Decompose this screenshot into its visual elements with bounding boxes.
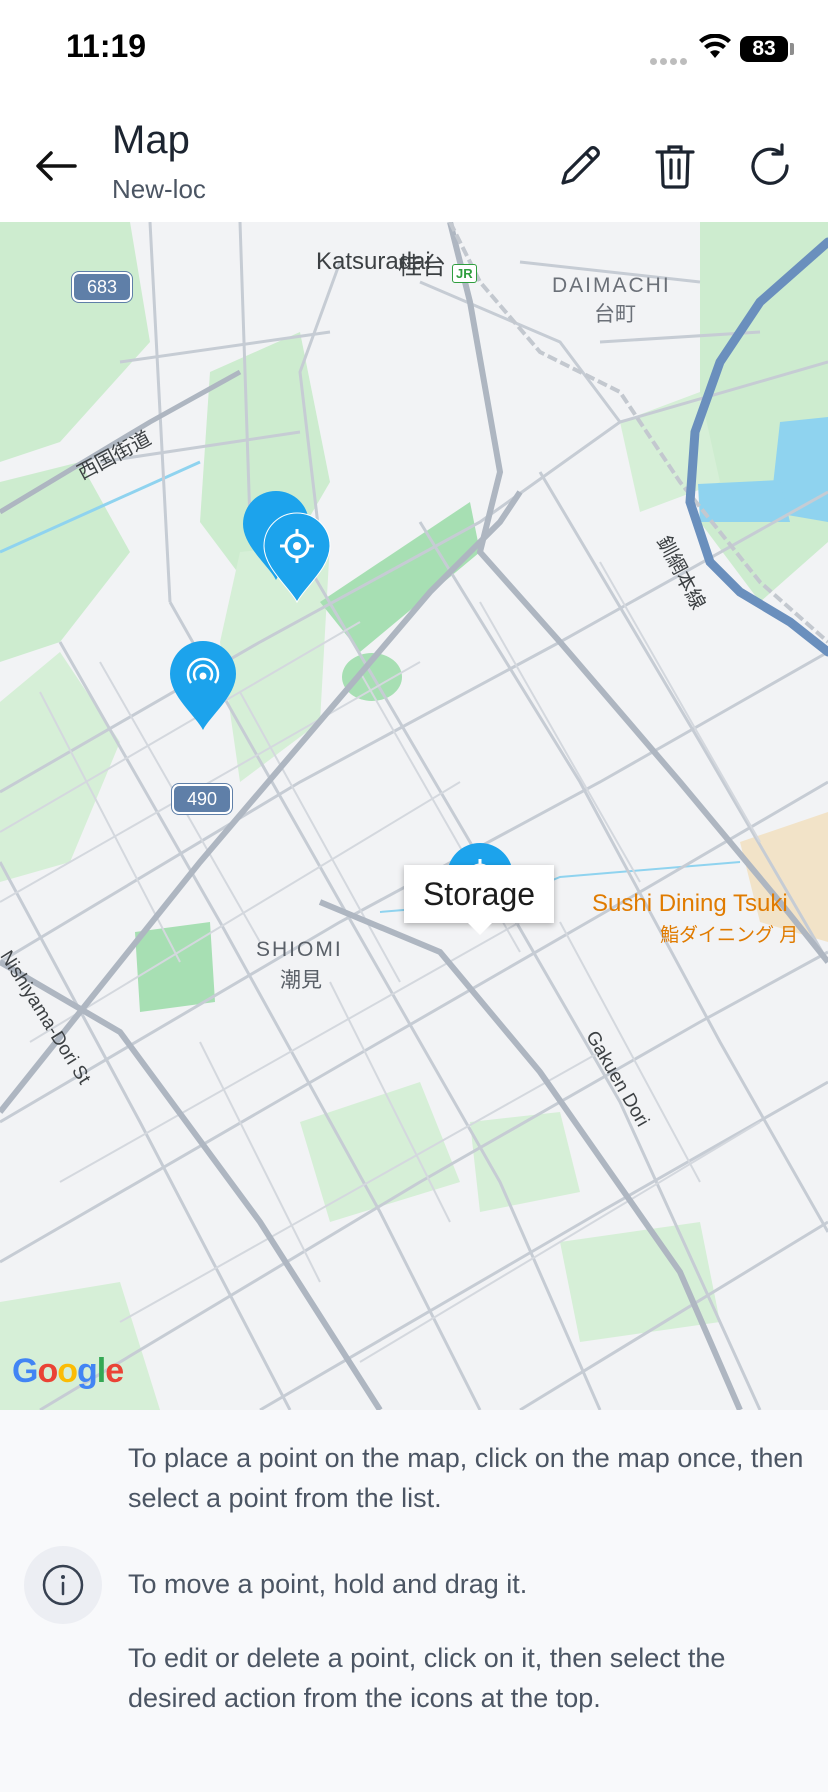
map-marker-target[interactable] [262, 512, 332, 604]
route-shield-490: 490 [172, 784, 232, 814]
instruction-place-point: To place a point on the map, click on th… [128, 1443, 804, 1513]
map-label-daimachi: DAIMACHI [552, 274, 671, 297]
instruction-move-point: To move a point, hold and drag it. [128, 1569, 528, 1599]
marker-tooltip[interactable]: Storage [404, 865, 554, 923]
delete-button[interactable] [645, 136, 705, 196]
jr-station-icon: JR [452, 264, 477, 283]
map-label-sushi[interactable]: Sushi Dining Tsuki [592, 890, 788, 918]
map-label-shiomi: SHIOMI [256, 938, 343, 961]
info-icon-badge [24, 1546, 102, 1624]
pencil-icon [561, 146, 600, 185]
arrow-left-icon [36, 151, 77, 181]
battery-tip [790, 43, 794, 55]
page-subtitle: New-loc [112, 174, 206, 204]
map-label-shiomi-jp: 潮見 [280, 969, 322, 992]
trash-icon [655, 145, 695, 189]
refresh-icon [751, 143, 789, 185]
status-time: 11:19 [66, 28, 147, 64]
map-marker-signal[interactable] [168, 640, 238, 732]
marker-tooltip-tail [468, 923, 492, 935]
battery-icon: 83 [740, 36, 788, 62]
wifi-icon [698, 33, 732, 65]
page-title: Map [112, 118, 190, 162]
refresh-button[interactable] [740, 136, 800, 196]
map-view[interactable]: Katsuradai 桂台 JR DAIMACHI 台町 西国街道 釧網本線 S… [0, 222, 828, 1410]
route-shield-683: 683 [72, 272, 132, 302]
status-bar: 11:19 83 [0, 0, 828, 100]
back-button[interactable] [28, 138, 84, 194]
instruction-edit-point: To edit or delete a point, click on it, … [128, 1643, 726, 1713]
map-label-sushi-jp: 鮨ダイニング 月 [660, 925, 799, 946]
info-icon [42, 1564, 84, 1606]
map-label-katsuradai-jp: 桂台 [398, 253, 446, 280]
app-header: Map New-loc [0, 100, 828, 222]
instructions-panel: To place a point on the map, click on th… [0, 1410, 828, 1792]
edit-button[interactable] [550, 136, 610, 196]
map-label-daimachi-jp: 台町 [594, 303, 636, 326]
google-logo: Google [12, 1352, 124, 1390]
map-base [0, 222, 828, 1410]
cellular-signal-icon [650, 52, 690, 70]
